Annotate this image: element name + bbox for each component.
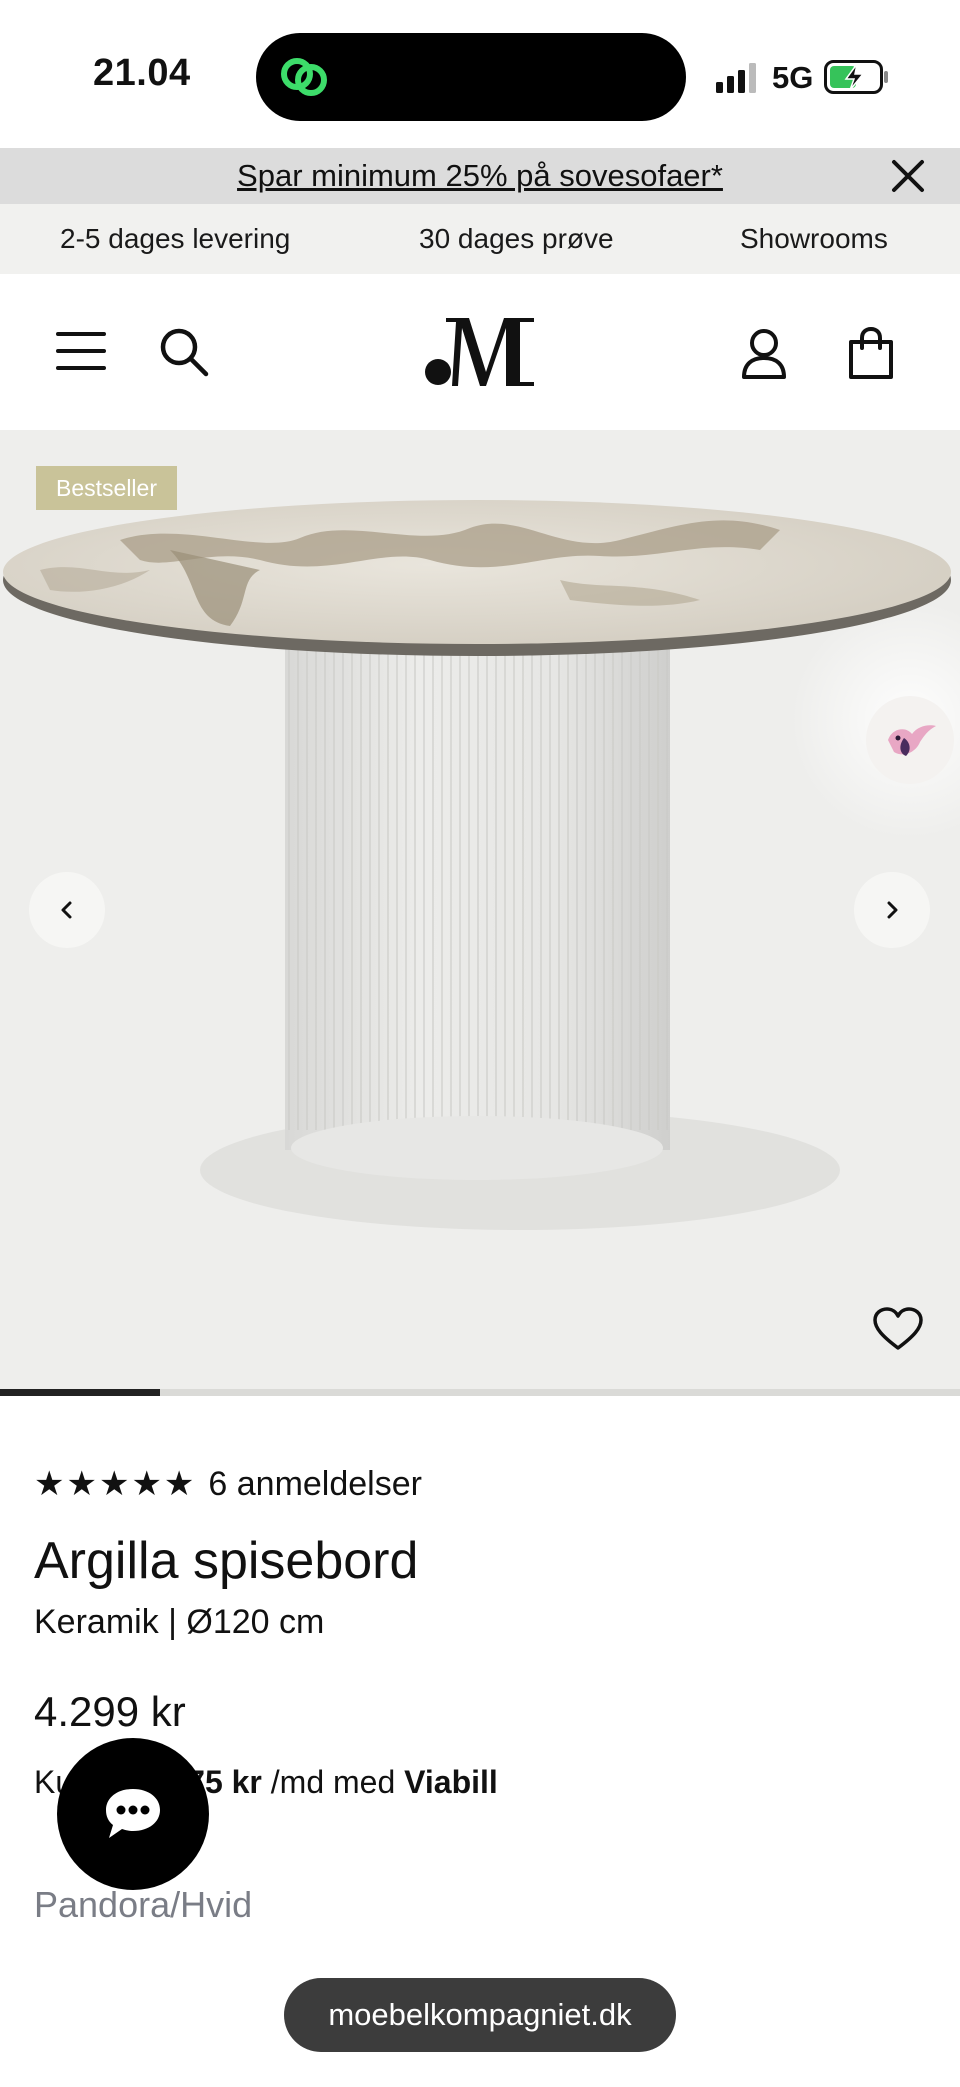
- gallery-progress-bar: [0, 1389, 960, 1396]
- chevron-right-icon: [887, 901, 898, 919]
- rating-stars: ★★★★★: [34, 1465, 197, 1503]
- menu-icon[interactable]: [56, 330, 106, 372]
- wishlist-heart-icon[interactable]: [872, 1306, 924, 1352]
- rating-row[interactable]: ★★★★★ 6 anmeldelser: [34, 1462, 422, 1506]
- status-time: 21.04: [93, 52, 191, 94]
- browser-url-bar[interactable]: moebelkompagniet.dk: [284, 1978, 676, 2052]
- site-header: [0, 274, 960, 430]
- promo-link[interactable]: Spar minimum 25% på sovesofaer*: [0, 148, 960, 204]
- product-title: Argilla spisebord: [34, 1532, 419, 1590]
- product-price: 4.299 kr: [34, 1688, 186, 1735]
- dynamic-island: [256, 33, 686, 121]
- prev-image-button[interactable]: [29, 872, 105, 948]
- usp-delivery[interactable]: 2-5 dages levering: [60, 204, 290, 274]
- bestseller-badge: Bestseller: [36, 466, 177, 510]
- search-icon[interactable]: [158, 326, 210, 378]
- link-app-icon: [281, 58, 327, 96]
- chevron-left-icon: [61, 901, 72, 919]
- installment-mid: /md med: [261, 1764, 405, 1800]
- usp-bar: 2-5 dages levering 30 dages prøve Showro…: [0, 204, 960, 274]
- reviews-count[interactable]: 6 anmeldelser: [208, 1462, 422, 1506]
- gallery-progress-fill: [0, 1389, 161, 1396]
- product-image: [3, 500, 960, 1230]
- battery-charging-icon: [824, 60, 888, 94]
- network-label: 5G: [772, 60, 814, 95]
- chat-bubble-icon: [106, 1789, 160, 1838]
- usp-showrooms[interactable]: Showrooms: [740, 204, 888, 274]
- brand-logo[interactable]: [424, 316, 536, 388]
- account-icon[interactable]: [740, 328, 788, 380]
- usp-trial[interactable]: 30 dages prøve: [419, 204, 614, 274]
- status-bar: 21.04 5G: [0, 0, 960, 148]
- assistant-button[interactable]: [866, 696, 954, 784]
- bird-icon: [888, 725, 936, 756]
- product-gallery[interactable]: Bestseller: [0, 430, 960, 1393]
- promo-banner: Spar minimum 25% på sovesofaer*: [0, 148, 960, 204]
- cart-bag-icon[interactable]: [848, 326, 894, 380]
- chat-button[interactable]: [57, 1738, 209, 1890]
- signal-icon: [716, 63, 756, 93]
- next-image-button[interactable]: [854, 872, 930, 948]
- close-icon[interactable]: [886, 154, 930, 198]
- installment-provider[interactable]: Viabill: [404, 1764, 498, 1800]
- product-subtitle: Keramik | Ø120 cm: [34, 1603, 325, 1641]
